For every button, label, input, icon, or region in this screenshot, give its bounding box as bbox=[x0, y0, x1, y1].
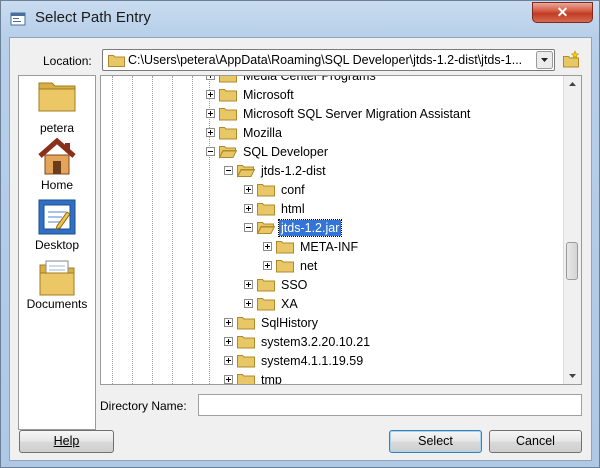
collapse-icon[interactable] bbox=[244, 223, 253, 232]
location-label: Location: bbox=[43, 54, 92, 68]
tree-node-label: html bbox=[281, 202, 305, 216]
expand-icon[interactable] bbox=[263, 261, 272, 270]
help-button[interactable]: Help bbox=[19, 430, 114, 453]
close-icon: ✕ bbox=[556, 4, 569, 20]
expand-icon[interactable] bbox=[244, 204, 253, 213]
expand-icon[interactable] bbox=[224, 356, 233, 365]
place-home[interactable]: Home bbox=[19, 138, 95, 192]
expand-icon[interactable] bbox=[263, 242, 272, 251]
place-petera[interactable]: petera bbox=[19, 79, 95, 135]
tree-node-label: Microsoft SQL Server Migration Assistant bbox=[243, 107, 471, 121]
expand-icon[interactable] bbox=[224, 318, 233, 327]
cancel-button-label: Cancel bbox=[516, 434, 555, 448]
place-label: Home bbox=[40, 178, 73, 192]
scrollbar-thumb[interactable] bbox=[566, 242, 578, 280]
folder-icon bbox=[237, 336, 255, 349]
expand-icon[interactable] bbox=[206, 76, 215, 80]
tree-node-label: Mozilla bbox=[243, 126, 282, 140]
folder-icon bbox=[219, 127, 237, 140]
scroll-up-icon[interactable] bbox=[564, 76, 581, 93]
tree-guide-line bbox=[209, 76, 210, 384]
expand-icon[interactable] bbox=[206, 109, 215, 118]
folder-icon bbox=[257, 203, 275, 216]
places-sidebar: petera Home Desktop Documents bbox=[18, 75, 96, 430]
expand-icon[interactable] bbox=[206, 128, 215, 137]
tree-node-label: system4.1.1.19.59 bbox=[261, 354, 364, 368]
select-button-label: Select bbox=[418, 434, 453, 448]
collapse-icon[interactable] bbox=[206, 147, 215, 156]
close-button[interactable]: ✕ bbox=[532, 2, 593, 23]
folder-icon bbox=[257, 222, 275, 235]
chevron-down-icon[interactable] bbox=[536, 51, 553, 69]
folder-icon bbox=[257, 279, 275, 292]
tree-guide-line bbox=[152, 76, 153, 384]
place-documents[interactable]: Documents bbox=[19, 257, 95, 311]
tree-node-label: jtds-1.2.jar bbox=[277, 219, 343, 237]
house-icon bbox=[38, 138, 76, 175]
folder-icon bbox=[237, 355, 255, 368]
folder-icon bbox=[219, 89, 237, 102]
folder-icon bbox=[276, 260, 294, 273]
folder-icon bbox=[108, 55, 125, 67]
tree-guide-line bbox=[172, 76, 173, 384]
folder-icon bbox=[276, 241, 294, 254]
app-icon bbox=[10, 12, 26, 26]
tree-node-label: Media Center Programs bbox=[243, 75, 376, 83]
select-button[interactable]: Select bbox=[389, 430, 482, 453]
expand-icon[interactable] bbox=[224, 375, 233, 384]
desktop-icon bbox=[38, 199, 76, 235]
folder-tree[interactable]: Media Center Programs Microsoft Microsoft … bbox=[100, 75, 582, 385]
cancel-button[interactable]: Cancel bbox=[489, 430, 582, 453]
tree-guide-line bbox=[132, 76, 133, 384]
folder-icon bbox=[38, 82, 76, 112]
help-button-label: Help bbox=[53, 434, 80, 448]
tree-node-label: XA bbox=[281, 297, 298, 311]
tree-node-label: META-INF bbox=[300, 240, 359, 254]
tree-guide-line bbox=[112, 76, 113, 384]
tree-guide-line bbox=[192, 76, 193, 384]
title-bar[interactable]: Select Path Entry ✕ bbox=[1, 1, 599, 37]
folder-icon bbox=[219, 108, 237, 121]
place-label: Documents bbox=[26, 297, 88, 311]
folder-icon bbox=[257, 184, 275, 197]
documents-icon bbox=[39, 260, 75, 296]
directory-name-label: Directory Name: bbox=[100, 399, 187, 413]
folder-icon bbox=[219, 76, 237, 83]
tree-node-label: conf bbox=[281, 183, 305, 197]
place-label: petera bbox=[39, 121, 75, 135]
directory-name-input[interactable] bbox=[198, 394, 582, 416]
location-value: C:\Users\petera\AppData\Roaming\SQL Deve… bbox=[128, 53, 523, 67]
window-title: Select Path Entry bbox=[35, 9, 151, 26]
tree-node-label: SSO bbox=[281, 278, 308, 292]
expand-icon[interactable] bbox=[244, 299, 253, 308]
tree-node-label: net bbox=[300, 259, 318, 273]
folder-icon bbox=[237, 374, 255, 384]
location-combo[interactable]: C:\Users\petera\AppData\Roaming\SQL Deve… bbox=[102, 49, 555, 71]
expand-icon[interactable] bbox=[244, 280, 253, 289]
new-folder-icon[interactable] bbox=[561, 50, 581, 70]
tree-node-label: jtds-1.2-dist bbox=[261, 164, 326, 178]
place-label: Desktop bbox=[34, 238, 80, 252]
expand-icon[interactable] bbox=[224, 337, 233, 346]
expand-icon[interactable] bbox=[244, 185, 253, 194]
tree-node-label: SQL Developer bbox=[243, 145, 328, 159]
folder-icon bbox=[257, 298, 275, 311]
dialog-body: Location: C:\Users\petera\AppData\Roamin… bbox=[9, 37, 592, 461]
place-desktop[interactable]: Desktop bbox=[19, 198, 95, 252]
tree-node-label: Microsoft bbox=[243, 88, 294, 102]
folder-icon bbox=[237, 165, 255, 178]
tree-node-label: system3.2.20.10.21 bbox=[261, 335, 371, 349]
folder-icon bbox=[237, 317, 255, 330]
tree-node-label: tmp bbox=[261, 373, 282, 385]
tree-node-label: SqlHistory bbox=[261, 316, 318, 330]
tree-scrollbar[interactable] bbox=[563, 76, 581, 384]
expand-icon[interactable] bbox=[206, 90, 215, 99]
dialog-window: Select Path Entry ✕ Location: C:\Users\p… bbox=[0, 0, 600, 468]
collapse-icon[interactable] bbox=[224, 166, 233, 175]
folder-icon bbox=[219, 146, 237, 159]
scroll-down-icon[interactable] bbox=[564, 367, 581, 384]
